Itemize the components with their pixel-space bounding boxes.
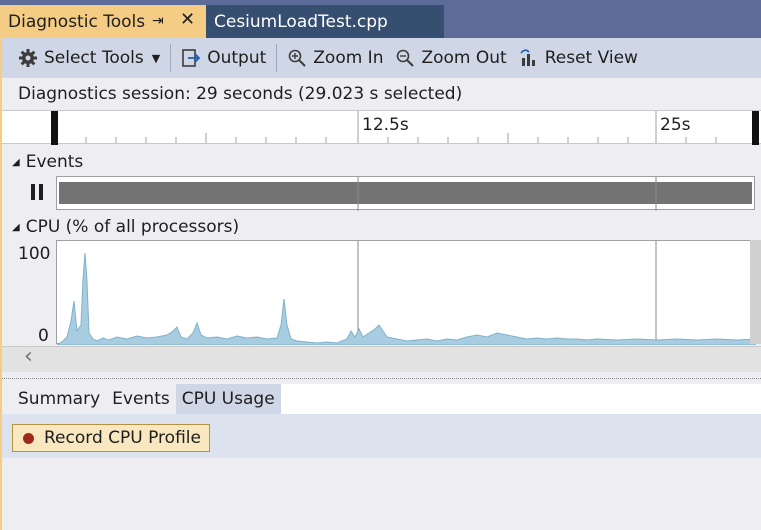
pin-icon[interactable]: ⇥ [152,13,164,29]
pause-icon[interactable] [30,184,44,200]
toolbar: Select Tools ▼ Output Zoom In Zoom Out R… [2,38,761,78]
splitter[interactable] [2,378,761,380]
tab-diagnostic-tools-label: Diagnostic Tools [8,11,146,32]
select-tools-label: Select Tools [44,48,144,68]
select-tools-button[interactable]: Select Tools ▼ [12,43,166,73]
cpu-usage-panel: Record CPU Profile [2,414,761,458]
events-track[interactable] [56,176,755,211]
chevron-left-icon[interactable]: ‹ [24,344,33,369]
cpu-axis-max-label: 100 [18,244,51,264]
events-section-title: Events [25,152,84,172]
zoom-in-label: Zoom In [313,48,384,68]
cpu-usage-series [57,252,756,345]
tab-diagnostic-tools[interactable]: Diagnostic Tools ⇥ ✕ [0,5,206,38]
toolbar-separator [276,44,278,72]
zoom-out-icon [397,49,415,67]
record-cpu-profile-button[interactable]: Record CPU Profile [12,424,210,452]
tab-strip-filler [280,384,761,414]
events-section-header[interactable]: ◢ Events [12,152,83,172]
details-tab-strip: Summary Events CPU Usage [2,384,761,414]
output-button[interactable]: Output [175,43,272,73]
zoom-in-button[interactable]: Zoom In [281,43,389,73]
tab-cesium-load-test[interactable]: CesiumLoadTest.cpp [206,5,444,38]
selection-end-handle [752,111,759,145]
zoom-in-icon [288,49,306,67]
events-gridlines [357,177,657,211]
cpu-section-title: CPU (% of all processors) [25,217,240,237]
session-summary: Diagnostics session: 29 seconds (29.023 … [18,84,463,104]
reset-view-button[interactable]: Reset View [513,43,644,73]
ruler-label-12-5s: 12.5s [362,115,409,135]
timeline-ruler[interactable]: 12.5s 25s [2,110,761,145]
tab-events[interactable]: Events [106,384,176,414]
collapse-triangle-icon: ◢ [12,156,20,168]
chevron-down-icon: ▼ [151,51,161,65]
record-cpu-profile-label: Record CPU Profile [44,428,201,448]
output-icon [182,49,201,67]
cpu-axis-min-label: 0 [38,326,49,346]
reset-view-icon [520,49,535,66]
cpu-graph-side-strip [750,240,761,344]
tab-cpu-usage[interactable]: CPU Usage [175,384,281,414]
diagnostic-tools-window: Select Tools ▼ Output Zoom In Zoom Out R… [0,38,761,530]
collapse-triangle-icon: ◢ [12,221,20,233]
ruler-label-25s: 25s [660,115,691,135]
gear-icon [19,49,37,67]
document-tab-strip: Diagnostic Tools ⇥ ✕ CesiumLoadTest.cpp [0,0,761,38]
tab-cesium-load-test-label: CesiumLoadTest.cpp [214,11,388,32]
output-label: Output [207,48,267,68]
reset-view-label: Reset View [544,48,638,68]
selection-start-handle [51,111,58,145]
cpu-section-header[interactable]: ◢ CPU (% of all processors) [12,217,239,237]
tab-summary[interactable]: Summary [2,384,106,414]
timeline-horizontal-scrollbar[interactable]: ‹ [2,344,761,372]
zoom-out-button[interactable]: Zoom Out [389,43,512,73]
record-icon [23,432,34,444]
cpu-usage-area [57,241,756,345]
close-icon[interactable]: ✕ [180,9,195,30]
toolbar-separator [170,44,172,72]
cpu-usage-graph[interactable] [56,240,756,345]
zoom-out-label: Zoom Out [421,48,507,68]
